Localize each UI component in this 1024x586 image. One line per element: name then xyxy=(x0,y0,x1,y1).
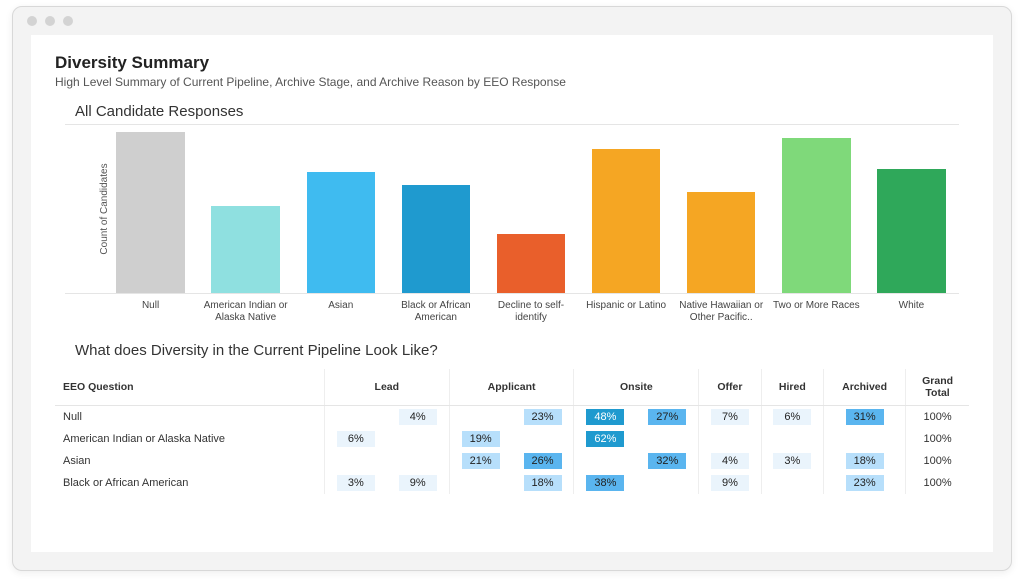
x-axis-label: Native Hawaiian or Other Pacific.. xyxy=(674,294,769,324)
bar[interactable] xyxy=(877,169,945,293)
bar[interactable] xyxy=(497,234,565,293)
table-cell: 26% xyxy=(512,450,574,472)
table-row-label: American Indian or Alaska Native xyxy=(55,428,324,450)
table-column-header: Grand Total xyxy=(906,369,969,406)
table-cell xyxy=(761,472,823,494)
x-axis-label: Null xyxy=(103,294,198,324)
table-cell xyxy=(761,428,823,450)
x-axis: NullAmerican Indian or Alaska NativeAsia… xyxy=(103,294,959,324)
table-row-header: EEO Question xyxy=(55,369,324,406)
table-cell: 7% xyxy=(699,406,761,429)
table-row: Black or African American3%9%18%38%9%23%… xyxy=(55,472,969,494)
bar-slot xyxy=(388,125,483,293)
table-cell: 100% xyxy=(906,450,969,472)
x-axis-label: White xyxy=(864,294,959,324)
bar-slot xyxy=(769,125,864,293)
window-min-dot[interactable] xyxy=(45,16,55,26)
table-cell: 6% xyxy=(761,406,823,429)
table-cell xyxy=(324,450,386,472)
bar-slot xyxy=(579,125,674,293)
bar[interactable] xyxy=(211,206,279,293)
table-cell xyxy=(449,472,511,494)
bar[interactable] xyxy=(592,149,660,293)
table-cell: 38% xyxy=(574,472,636,494)
table-cell: 4% xyxy=(387,406,449,429)
table-cell: 19% xyxy=(449,428,511,450)
bar[interactable] xyxy=(687,192,755,293)
x-axis-label: Decline to self-identify xyxy=(483,294,578,324)
table-cell xyxy=(512,428,574,450)
table-row-label: Null xyxy=(55,406,324,429)
bar[interactable] xyxy=(782,138,850,293)
table-cell xyxy=(699,428,761,450)
table-cell: 100% xyxy=(906,472,969,494)
x-axis-label: American Indian or Alaska Native xyxy=(198,294,293,324)
table-cell: 32% xyxy=(636,450,698,472)
app-window: Diversity Summary High Level Summary of … xyxy=(12,6,1012,571)
report-content: Diversity Summary High Level Summary of … xyxy=(31,35,993,552)
chart-section-title: All Candidate Responses xyxy=(75,103,969,120)
window-titlebar xyxy=(13,7,1011,35)
bar-slot xyxy=(198,125,293,293)
table-row: American Indian or Alaska Native6% 19% 62%… xyxy=(55,428,969,450)
table-cell: 9% xyxy=(699,472,761,494)
bar-slot xyxy=(103,125,198,293)
window-max-dot[interactable] xyxy=(63,16,73,26)
table-cell: 100% xyxy=(906,406,969,429)
table-row-label: Asian xyxy=(55,450,324,472)
table-cell: 100% xyxy=(906,428,969,450)
table-cell: 18% xyxy=(512,472,574,494)
table-column-header: Offer xyxy=(699,369,761,406)
bar-slot xyxy=(674,125,769,293)
table-cell: 9% xyxy=(387,472,449,494)
x-axis-label: Asian xyxy=(293,294,388,324)
table-cell xyxy=(324,406,386,429)
table-row: Null 4% 23%48%27%7%6%31%100% xyxy=(55,406,969,429)
bar-slot xyxy=(293,125,388,293)
table-cell: 4% xyxy=(699,450,761,472)
table-section-title: What does Diversity in the Current Pipel… xyxy=(75,342,969,359)
table-cell: 3% xyxy=(324,472,386,494)
table-row: Asian 21%26% 32%4%3%18%100% xyxy=(55,450,969,472)
x-axis-label: Black or African American xyxy=(388,294,483,324)
x-axis-label: Hispanic or Latino xyxy=(579,294,674,324)
table-cell xyxy=(824,428,906,450)
table-cell: 27% xyxy=(636,406,698,429)
window-close-dot[interactable] xyxy=(27,16,37,26)
table-cell: 6% xyxy=(324,428,386,450)
table-cell: 31% xyxy=(824,406,906,429)
table-cell: 62% xyxy=(574,428,636,450)
table-cell xyxy=(387,428,449,450)
table-column-header: Lead xyxy=(324,369,449,406)
page-subtitle: High Level Summary of Current Pipeline, … xyxy=(55,75,969,89)
table-column-header: Onsite xyxy=(574,369,699,406)
table-column-header: Hired xyxy=(761,369,823,406)
table-cell xyxy=(387,450,449,472)
table-cell: 23% xyxy=(824,472,906,494)
table-cell xyxy=(449,406,511,429)
table-cell: 18% xyxy=(824,450,906,472)
table-cell xyxy=(574,450,636,472)
bar[interactable] xyxy=(116,132,184,293)
table-cell xyxy=(636,428,698,450)
table-column-header: Archived xyxy=(824,369,906,406)
table-cell: 21% xyxy=(449,450,511,472)
bar-slot xyxy=(864,125,959,293)
table-row-label: Black or African American xyxy=(55,472,324,494)
bar-slot xyxy=(483,125,578,293)
x-axis-label: Two or More Races xyxy=(769,294,864,324)
table-column-header: Applicant xyxy=(449,369,574,406)
table-cell: 23% xyxy=(512,406,574,429)
pipeline-table: EEO Question LeadApplicantOnsiteOfferHir… xyxy=(55,369,969,494)
table-cell: 48% xyxy=(574,406,636,429)
bar[interactable] xyxy=(307,172,375,293)
bar-chart: Count of Candidates xyxy=(65,124,959,294)
table-cell xyxy=(636,472,698,494)
page-title: Diversity Summary xyxy=(55,53,969,73)
bar[interactable] xyxy=(402,185,470,293)
table-cell: 3% xyxy=(761,450,823,472)
